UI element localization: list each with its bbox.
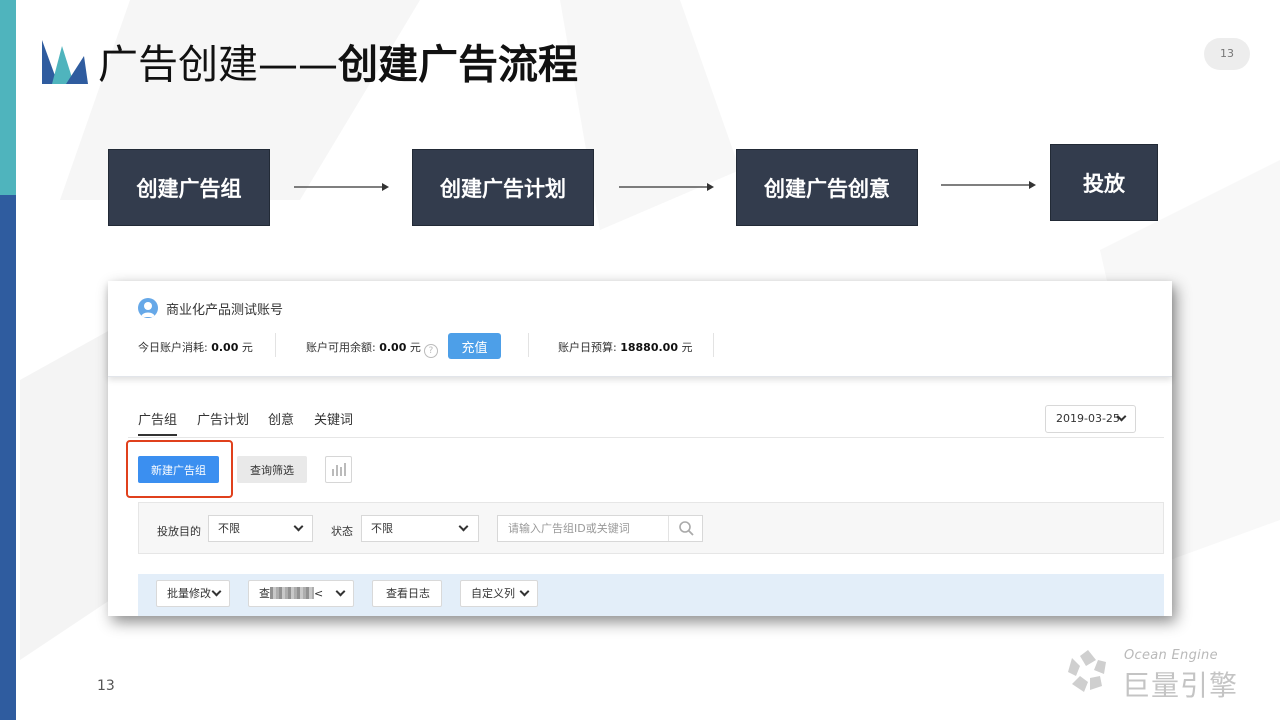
brand-chinese-name: 巨量引擎 bbox=[1122, 669, 1239, 702]
chevron-down-icon bbox=[458, 521, 469, 532]
page-badge: 13 bbox=[1204, 38, 1250, 70]
today-spend-value: 0.00 bbox=[211, 341, 239, 354]
slide-title-main: 创建广告流程 bbox=[338, 42, 578, 88]
custom-columns-dropdown[interactable]: 自定义列 bbox=[460, 580, 538, 607]
tab-creative[interactable]: 创意 bbox=[268, 409, 294, 428]
page-number: 13 bbox=[97, 678, 115, 694]
user-avatar-icon bbox=[138, 298, 158, 318]
date-value: 2019-03-25 bbox=[1056, 412, 1120, 425]
account-header: 商业化产品测试账号 今日账户消耗: 0.00 元 账户可用余额: 0.00 元?… bbox=[108, 281, 1172, 377]
available-balance: 账户可用余额: 0.00 元? bbox=[306, 339, 438, 358]
chevron-down-icon bbox=[519, 586, 530, 597]
date-select[interactable]: 2019-03-25 bbox=[1045, 405, 1136, 433]
recharge-button[interactable]: 充值 bbox=[448, 333, 501, 359]
divider bbox=[528, 333, 529, 357]
flow-arrow-2 bbox=[619, 183, 714, 191]
query-filter-button[interactable]: 查询筛选 bbox=[237, 456, 307, 483]
chart-toggle-button[interactable] bbox=[325, 456, 352, 483]
batch-modify-label: 批量修改 bbox=[167, 587, 211, 600]
account-name: 商业化产品测试账号 bbox=[166, 303, 284, 318]
filter-panel: 投放目的 不限 状态 不限 请输入广告组ID或关键词 bbox=[138, 502, 1164, 554]
purpose-value: 不限 bbox=[218, 522, 240, 535]
view-log-button[interactable]: 查看日志 bbox=[372, 580, 442, 607]
purpose-select[interactable]: 不限 bbox=[208, 515, 313, 542]
custom-columns-label: 自定义列 bbox=[471, 587, 515, 600]
search-input[interactable]: 请输入广告组ID或关键词 bbox=[497, 515, 703, 542]
flow-step-create-plan: 创建广告计划 bbox=[412, 149, 594, 226]
logo-icon bbox=[42, 40, 88, 84]
currency-unit: 元 bbox=[409, 341, 421, 354]
view-label-prefix: 查 bbox=[259, 587, 270, 600]
tab-ad-group[interactable]: 广告组 bbox=[138, 409, 178, 436]
search-placeholder: 请输入广告组ID或关键词 bbox=[508, 522, 630, 535]
status-label: 状态 bbox=[331, 525, 353, 538]
status-value: 不限 bbox=[371, 522, 393, 535]
brand-english-name: Ocean Engine bbox=[1124, 648, 1218, 663]
currency-unit: 元 bbox=[241, 341, 253, 354]
redacted-text bbox=[270, 587, 314, 599]
search-button[interactable] bbox=[668, 516, 703, 541]
ad-platform-screenshot: 商业化产品测试账号 今日账户消耗: 0.00 元 账户可用余额: 0.00 元?… bbox=[108, 281, 1172, 616]
daily-budget-label: 账户日预算: bbox=[558, 341, 617, 354]
purpose-label: 投放目的 bbox=[157, 525, 201, 538]
slide-title: 广告创建——创建广告流程 bbox=[98, 40, 578, 90]
view-dropdown[interactable]: 查 < bbox=[248, 580, 354, 607]
search-icon bbox=[679, 521, 694, 536]
help-icon[interactable]: ? bbox=[423, 344, 438, 358]
view-label-suffix: < bbox=[314, 587, 324, 600]
tab-keyword[interactable]: 关键词 bbox=[314, 409, 353, 428]
today-spend: 今日账户消耗: 0.00 元 bbox=[138, 339, 253, 355]
accent-stripe-navy bbox=[0, 195, 16, 720]
balance-label: 账户可用余额: bbox=[306, 341, 376, 354]
flow-arrow-3 bbox=[941, 181, 1036, 189]
slide-title-prefix: 广告创建—— bbox=[98, 42, 338, 88]
batch-action-bar: 批量修改 查 < 查看日志 自定义列 bbox=[138, 574, 1164, 616]
ocean-engine-logo-icon bbox=[1068, 650, 1106, 692]
tab-ad-plan[interactable]: 广告计划 bbox=[197, 409, 249, 428]
bar-chart-icon bbox=[332, 463, 346, 476]
status-select[interactable]: 不限 bbox=[361, 515, 479, 542]
new-ad-group-button[interactable]: 新建广告组 bbox=[138, 456, 219, 483]
flow-arrow-1 bbox=[294, 183, 389, 191]
currency-unit: 元 bbox=[681, 341, 693, 354]
chevron-down-icon bbox=[211, 586, 222, 597]
flow-step-launch: 投放 bbox=[1050, 144, 1158, 221]
today-spend-label: 今日账户消耗: bbox=[138, 341, 208, 354]
flow-step-create-creative: 创建广告创意 bbox=[736, 149, 918, 226]
tab-underline-divider bbox=[128, 437, 1164, 438]
daily-budget-value: 18880.00 bbox=[620, 341, 678, 354]
accent-stripe-teal bbox=[0, 0, 16, 195]
chevron-down-icon bbox=[335, 586, 346, 597]
brand-logo: Ocean Engine 巨量引擎 bbox=[1062, 646, 1252, 702]
flow-step-create-group: 创建广告组 bbox=[108, 149, 270, 226]
divider bbox=[713, 333, 714, 357]
divider bbox=[275, 333, 276, 357]
balance-value: 0.00 bbox=[379, 341, 407, 354]
daily-budget: 账户日预算: 18880.00 元 bbox=[558, 339, 692, 355]
batch-modify-dropdown[interactable]: 批量修改 bbox=[156, 580, 230, 607]
chevron-down-icon bbox=[293, 521, 304, 532]
